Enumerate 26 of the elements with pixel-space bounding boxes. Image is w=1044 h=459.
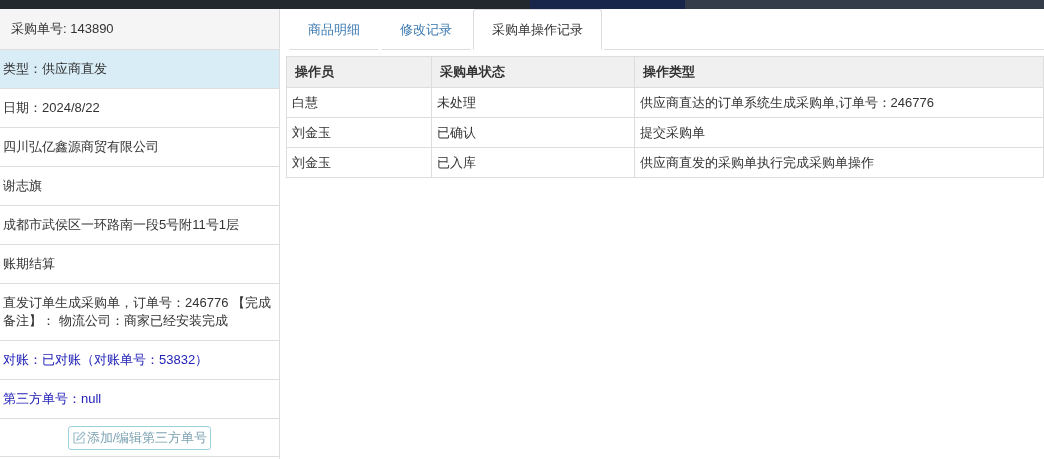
table-cell: 供应商直达的订单系统生成采购单,订单号：246776	[634, 87, 1044, 118]
table-cell: 刘金玉	[286, 117, 432, 148]
table-cell: 未处理	[431, 87, 635, 118]
table-cell: 白慧	[286, 87, 432, 118]
tab[interactable]: 修改记录	[381, 9, 471, 50]
info-item: 四川弘亿鑫源商贸有限公司	[0, 128, 279, 167]
table-cell: 已入库	[431, 147, 635, 178]
table-cell: 已确认	[431, 117, 635, 148]
info-item: 直发订单生成采购单，订单号：246776 【完成备注】： 物流公司：商家已经安装完成	[0, 284, 279, 341]
info-item: 谢志旗	[0, 167, 279, 206]
info-item: 日期：2024/8/22	[0, 89, 279, 128]
tab[interactable]: 商品明细	[289, 9, 379, 50]
column-header: 操作类型	[634, 56, 1044, 88]
column-header: 操作员	[286, 56, 432, 88]
tab[interactable]: 采购单操作记录	[473, 9, 602, 50]
info-item: 对账：已对账（对账单号：53832）	[0, 341, 279, 380]
table-cell: 供应商直发的采购单执行完成采购单操作	[634, 147, 1044, 178]
info-item: 账期结算	[0, 245, 279, 284]
table-cell: 提交采购单	[634, 117, 1044, 148]
info-item: 第三方单号：null	[0, 380, 279, 419]
info-item: 成都市武侯区一环路南一段5号附11号1层	[0, 206, 279, 245]
order-number-header: 采购单号: 143890	[0, 9, 279, 50]
column-header: 采购单状态	[431, 56, 635, 88]
info-item: 类型：供应商直发	[0, 50, 279, 89]
edit-icon	[71, 431, 86, 445]
table-cell: 刘金玉	[286, 147, 432, 178]
